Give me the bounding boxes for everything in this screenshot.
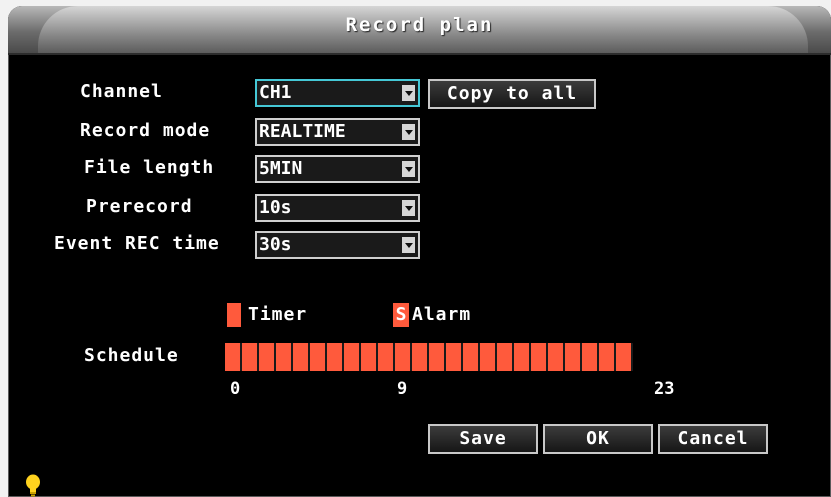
save-button[interactable]: Save xyxy=(428,424,538,454)
schedule-slot-7[interactable] xyxy=(344,343,361,371)
channel-select[interactable]: CH1 xyxy=(255,79,420,107)
lightbulb-icon[interactable] xyxy=(25,474,41,497)
schedule-slot-4[interactable] xyxy=(293,343,310,371)
schedule-slot-21[interactable] xyxy=(582,343,599,371)
event-rec-time-value: 30s xyxy=(259,234,292,255)
file-length-value: 5MIN xyxy=(259,158,303,179)
prerecord-label: Prerecord xyxy=(86,196,193,217)
schedule-slot-8[interactable] xyxy=(361,343,378,371)
record-plan-window: Record plan Channel CH1 Copy to all Reco… xyxy=(8,6,831,497)
schedule-slot-16[interactable] xyxy=(497,343,514,371)
event-rec-time-select[interactable]: 30s xyxy=(255,231,420,259)
ok-button[interactable]: OK xyxy=(543,424,653,454)
schedule-slot-2[interactable] xyxy=(259,343,276,371)
schedule-tick-mid: 9 xyxy=(397,379,408,399)
timer-legend-swatch xyxy=(227,303,241,327)
schedule-slot-11[interactable] xyxy=(412,343,429,371)
copy-to-all-button[interactable]: Copy to all xyxy=(428,79,596,109)
schedule-slot-13[interactable] xyxy=(446,343,463,371)
schedule-slot-0[interactable] xyxy=(225,343,242,371)
channel-value: CH1 xyxy=(259,82,292,103)
schedule-slot-1[interactable] xyxy=(242,343,259,371)
schedule-slot-19[interactable] xyxy=(548,343,565,371)
chevron-down-icon[interactable] xyxy=(402,237,415,253)
prerecord-select[interactable]: 10s xyxy=(255,194,420,222)
schedule-tick-start: 0 xyxy=(230,379,241,399)
schedule-bar[interactable] xyxy=(225,343,633,371)
schedule-tick-end: 23 xyxy=(654,379,675,399)
channel-label: Channel xyxy=(80,81,163,102)
schedule-slot-22[interactable] xyxy=(599,343,616,371)
prerecord-value: 10s xyxy=(259,197,292,218)
event-rec-time-label: Event REC time xyxy=(54,233,220,254)
schedule-slot-20[interactable] xyxy=(565,343,582,371)
schedule-slot-12[interactable] xyxy=(429,343,446,371)
record-mode-label: Record mode xyxy=(80,120,211,141)
schedule-label: Schedule xyxy=(84,345,179,366)
chevron-down-icon[interactable] xyxy=(402,161,415,177)
schedule-slot-17[interactable] xyxy=(514,343,531,371)
alarm-legend-swatch: S xyxy=(393,303,409,327)
chevron-down-icon[interactable] xyxy=(402,85,415,101)
schedule-slot-5[interactable] xyxy=(310,343,327,371)
timer-legend-label: Timer xyxy=(248,304,308,325)
file-length-select[interactable]: 5MIN xyxy=(255,155,420,183)
schedule-slot-23[interactable] xyxy=(616,343,633,371)
record-mode-value: REALTIME xyxy=(259,121,346,142)
file-length-label: File length xyxy=(84,157,215,178)
schedule-slot-15[interactable] xyxy=(480,343,497,371)
schedule-slot-14[interactable] xyxy=(463,343,480,371)
chevron-down-icon[interactable] xyxy=(402,200,415,216)
schedule-slot-6[interactable] xyxy=(327,343,344,371)
schedule-slot-3[interactable] xyxy=(276,343,293,371)
schedule-slot-18[interactable] xyxy=(531,343,548,371)
record-mode-select[interactable]: REALTIME xyxy=(255,118,420,146)
cancel-button[interactable]: Cancel xyxy=(658,424,768,454)
schedule-slot-10[interactable] xyxy=(395,343,412,371)
schedule-slot-9[interactable] xyxy=(378,343,395,371)
alarm-legend-label: Alarm xyxy=(412,304,472,325)
chevron-down-icon[interactable] xyxy=(402,124,415,140)
window-title: Record plan xyxy=(345,14,494,36)
